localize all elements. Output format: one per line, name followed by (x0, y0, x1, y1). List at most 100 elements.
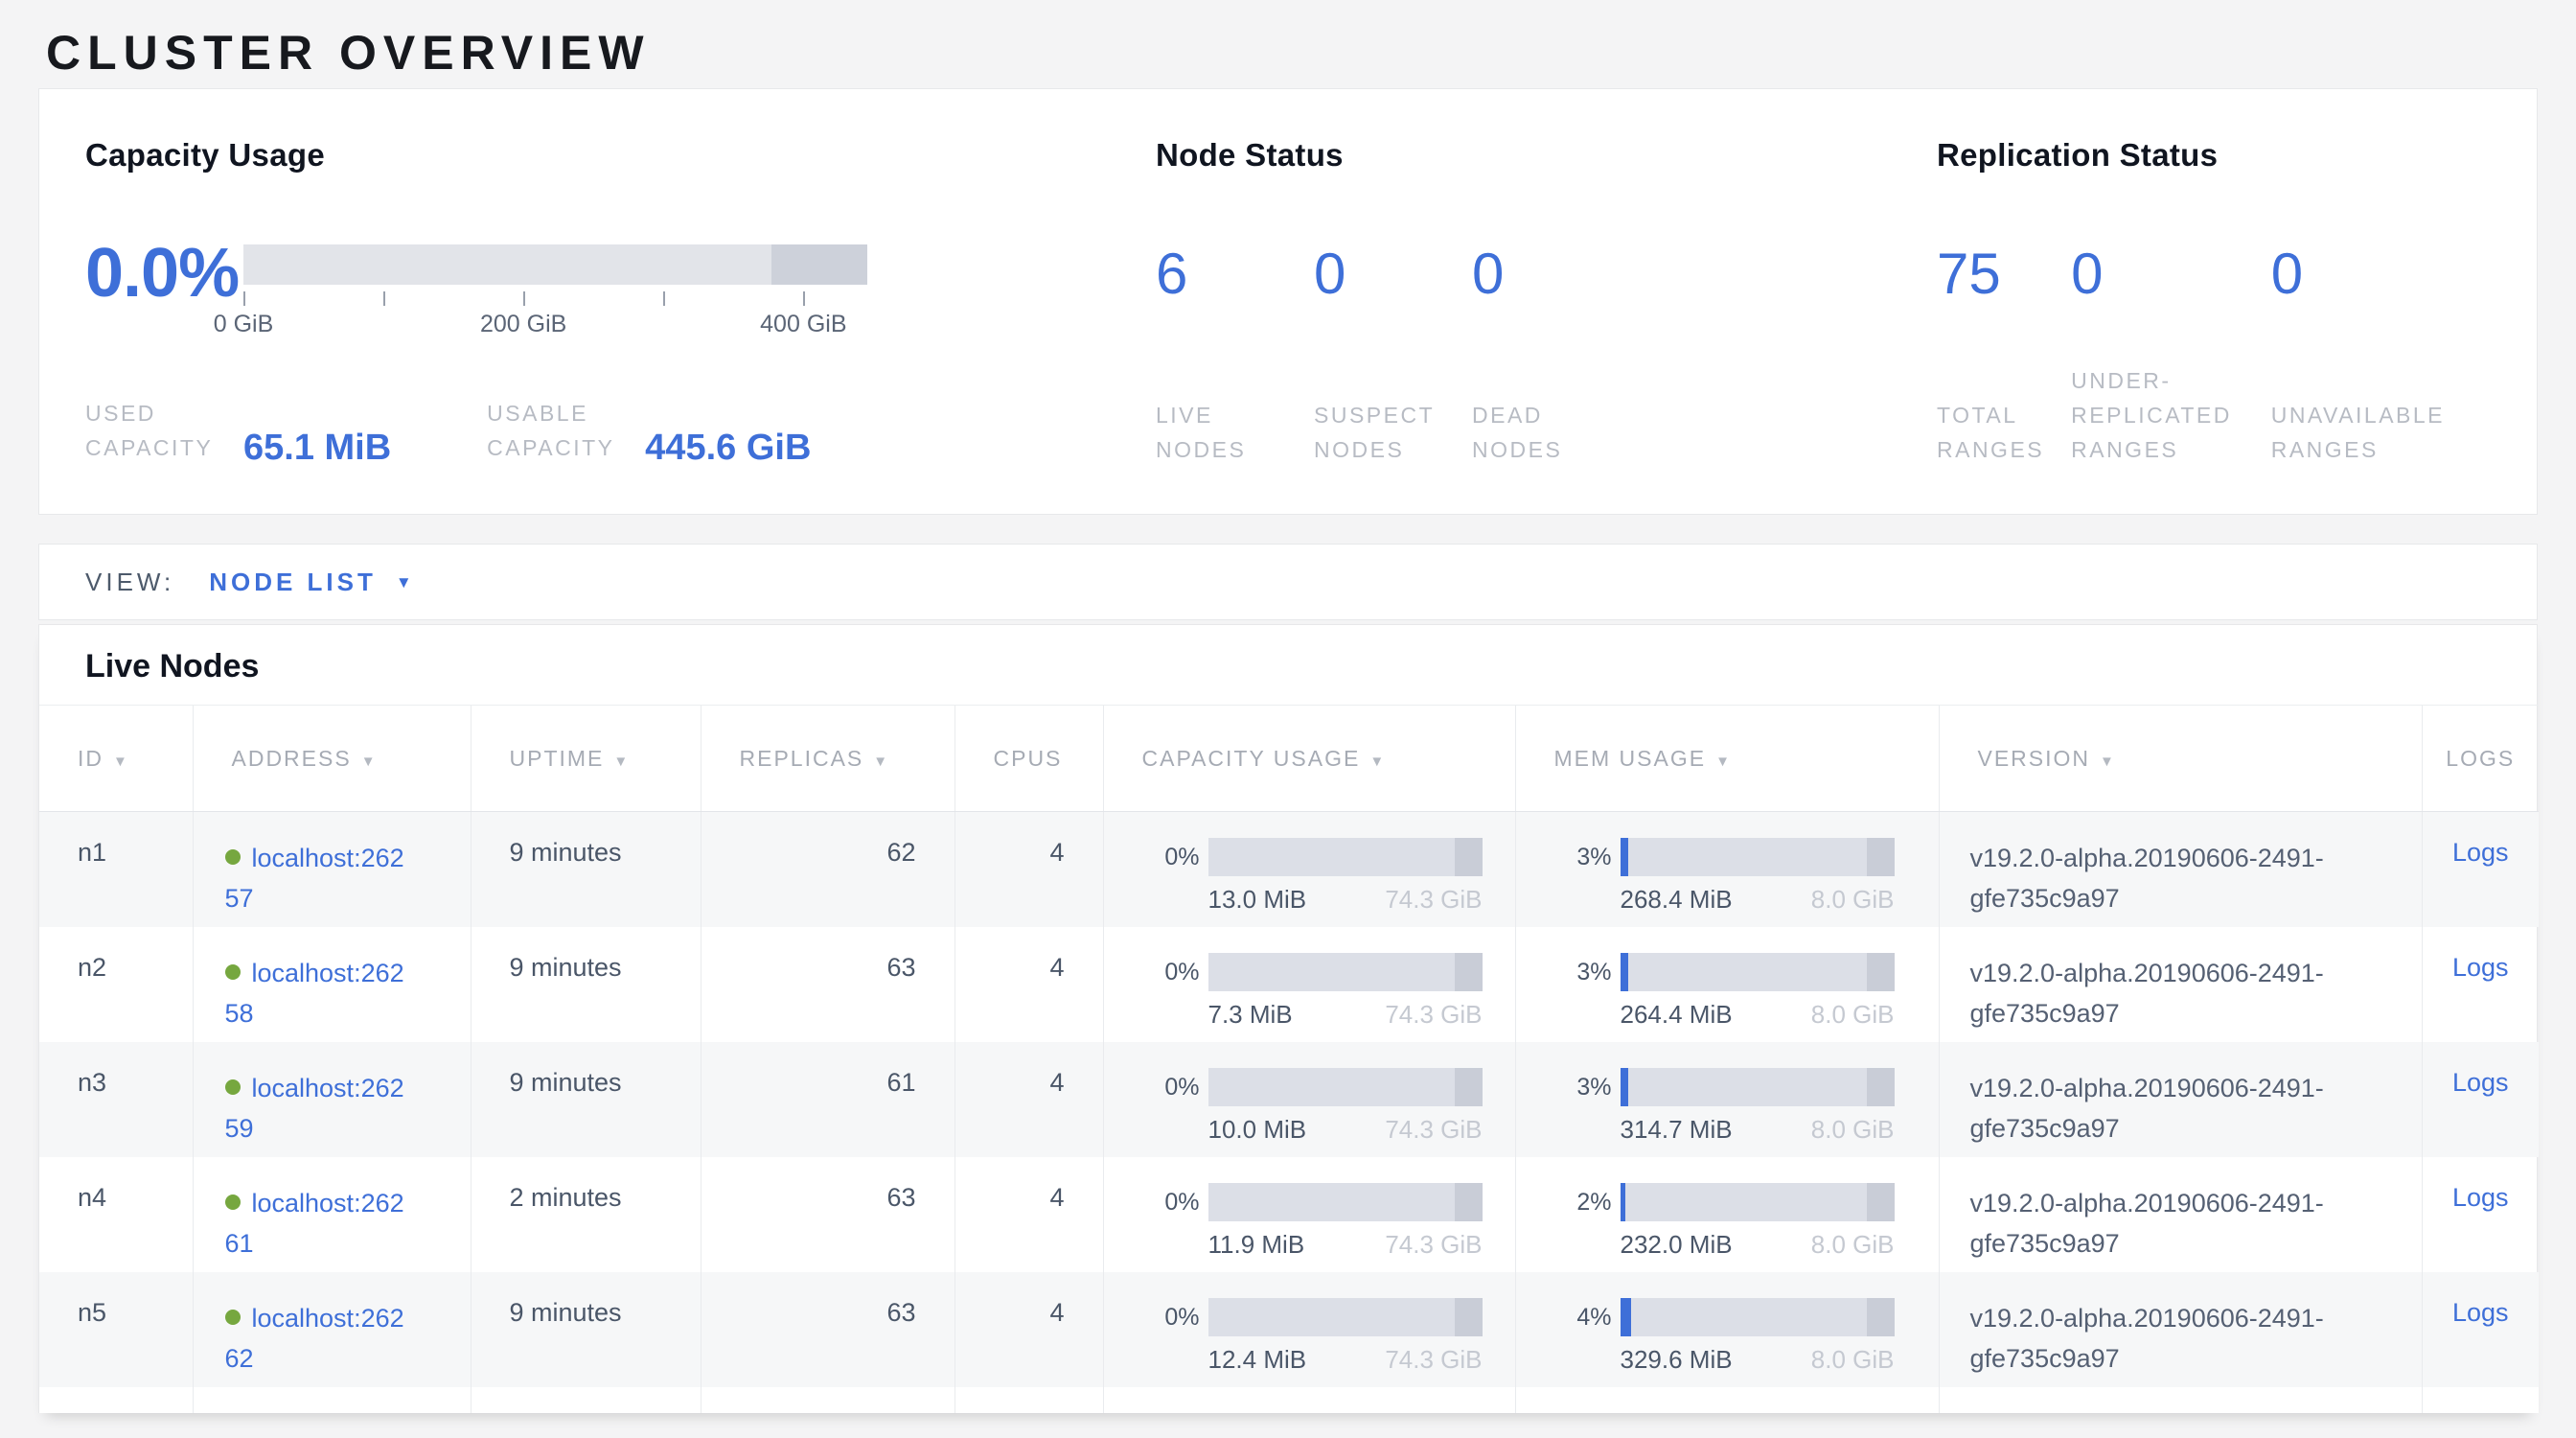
capacity-usage-cell: 0% 13.0 MiB 74.3 GiB (1103, 812, 1515, 927)
axis-tick (663, 291, 665, 306)
node-address-link[interactable]: localhost:26261 (225, 1189, 404, 1258)
memory-mini-bar (1621, 953, 1895, 991)
table-row: n3 localhost:26259 9 minutes 61 4 0% 10.… (39, 1042, 2539, 1157)
logs-cell: Logs (2422, 927, 2539, 1042)
unavailable-ranges-stat: 0 UNAVAILABLE RANGES (2271, 244, 2536, 467)
under-replicated-ranges-label: UNDER-REPLICATED RANGES (2071, 363, 2271, 467)
usable-capacity-label: USABLE CAPACITY (487, 396, 645, 465)
column-header-address[interactable]: ADDRESS▼ (193, 706, 471, 812)
axis-tick-label: 0 GiB (214, 311, 274, 338)
uptime-cell: 2 minutes (471, 1157, 701, 1272)
live-nodes-count: 6 (1156, 244, 1314, 304)
node-id-cell: n2 (39, 927, 193, 1042)
capacity-mini-bar (1208, 1183, 1483, 1221)
chevron-down-icon: ▼ (396, 573, 416, 592)
capacity-usage-bar (243, 244, 867, 285)
used-capacity-stat: USED CAPACITY 65.1 MiB (85, 396, 391, 465)
cpus-cell: 4 (954, 1042, 1103, 1157)
sort-desc-icon: ▼ (873, 754, 889, 770)
logs-cell: Logs (2422, 1272, 2539, 1387)
node-list-dropdown[interactable]: NODE LIST ▼ (209, 568, 416, 597)
sort-desc-icon: ▼ (1715, 754, 1732, 770)
table-row: n1 localhost:26257 9 minutes 62 4 0% 13.… (39, 812, 2539, 927)
column-header-logs: LOGS (2422, 706, 2539, 812)
logs-link[interactable]: Logs (2452, 1298, 2509, 1327)
total-ranges-count: 75 (1937, 244, 2071, 304)
sort-desc-icon: ▼ (2100, 754, 2116, 770)
node-id-cell: n3 (39, 1042, 193, 1157)
column-header-uptime[interactable]: UPTIME▼ (471, 706, 701, 812)
logs-link[interactable]: Logs (2452, 1068, 2509, 1097)
mem-usage-cell: 2% 232.0 MiB 8.0 GiB (1515, 1157, 1939, 1272)
version-cell: v19.2.0-alpha.20190606-2491-gfe735c9a97 (1939, 1042, 2422, 1157)
logs-link[interactable]: Logs (2452, 838, 2509, 867)
column-header-replicas[interactable]: REPLICAS▼ (701, 706, 954, 812)
column-header-cpus: CPUS (954, 706, 1103, 812)
sort-desc-icon: ▼ (1369, 754, 1386, 770)
suspect-nodes-stat: 0 SUSPECT NODES (1314, 244, 1472, 467)
table-row: n2 localhost:26258 9 minutes 63 4 0% 7.3… (39, 927, 2539, 1042)
column-header-id[interactable]: ID▼ (39, 706, 193, 812)
mem-usage-cell: 3% 314.7 MiB 8.0 GiB (1515, 1042, 1939, 1157)
node-address-cell: localhost:26261 (193, 1157, 471, 1272)
memory-mini-bar (1621, 838, 1895, 876)
cluster-summary-card: Capacity Usage 0.0% 0 GiB (38, 88, 2538, 515)
node-id-cell: n4 (39, 1157, 193, 1272)
node-status-section: Node Status 6 LIVE NODES 0 SUSPECT NODES… (1156, 137, 1937, 514)
dead-nodes-label: DEAD NODES (1472, 398, 1630, 467)
axis-tick (243, 291, 245, 306)
cluster-overview-page: CLUSTER OVERVIEW Capacity Usage 0.0% (0, 0, 2576, 1438)
node-address-link[interactable]: localhost:26262 (225, 1304, 404, 1373)
capacity-mini-bar (1208, 1068, 1483, 1106)
column-header-mem-usage[interactable]: MEM USAGE▼ (1515, 706, 1939, 812)
uptime-cell: 9 minutes (471, 1272, 701, 1387)
uptime-cell: 9 minutes (471, 1042, 701, 1157)
sort-desc-icon: ▼ (361, 754, 378, 770)
live-nodes-table: ID▼ ADDRESS▼ UPTIME▼ REPLICAS▼ CPUS CAPA… (39, 705, 2539, 1413)
view-bar: VIEW: NODE LIST ▼ (38, 544, 2538, 620)
capacity-mini-bar (1208, 1298, 1483, 1336)
version-cell: v19.2.0-alpha.20190606-2491-gfe735c9a97 (1939, 927, 2422, 1042)
axis-tick-label: 400 GiB (760, 311, 846, 338)
live-status-dot (225, 964, 241, 980)
table-header-row: ID▼ ADDRESS▼ UPTIME▼ REPLICAS▼ CPUS CAPA… (39, 706, 2539, 812)
cpus-cell: 4 (954, 1272, 1103, 1387)
live-status-dot (225, 849, 241, 865)
version-cell: v19.2.0-alpha.20190606-2491-gfe735c9a97 (1939, 1272, 2422, 1387)
live-nodes-label: LIVE NODES (1156, 398, 1314, 467)
node-address-link[interactable]: localhost:26258 (225, 959, 404, 1028)
column-header-capacity-usage[interactable]: CAPACITY USAGE▼ (1103, 706, 1515, 812)
capacity-mini-bar (1208, 838, 1483, 876)
logs-link[interactable]: Logs (2452, 1183, 2509, 1212)
live-status-dot (225, 1194, 241, 1210)
capacity-usage-cell: 0% 12.4 MiB 74.3 GiB (1103, 1272, 1515, 1387)
under-replicated-ranges-count: 0 (2071, 244, 2271, 304)
node-address-link[interactable]: localhost:26259 (225, 1074, 404, 1143)
unavailable-ranges-label: UNAVAILABLE RANGES (2271, 398, 2536, 467)
capacity-usage-title: Capacity Usage (85, 137, 1156, 174)
capacity-usage-cell: 0% 11.9 MiB 74.3 GiB (1103, 1157, 1515, 1272)
capacity-usage-cell: 0% 10.0 MiB 74.3 GiB (1103, 1042, 1515, 1157)
unavailable-ranges-count: 0 (2271, 244, 2536, 304)
table-row-partial (39, 1387, 2539, 1413)
axis-tick (803, 291, 805, 306)
logs-cell: Logs (2422, 1157, 2539, 1272)
column-header-version[interactable]: VERSION▼ (1939, 706, 2422, 812)
replication-status-title: Replication Status (1937, 137, 2535, 174)
logs-link[interactable]: Logs (2452, 953, 2509, 982)
capacity-usage-cell: 0% 7.3 MiB 74.3 GiB (1103, 927, 1515, 1042)
axis-tick (523, 291, 525, 306)
live-nodes-title: Live Nodes (39, 625, 2537, 705)
uptime-cell: 9 minutes (471, 812, 701, 927)
node-address-cell: localhost:26262 (193, 1272, 471, 1387)
version-cell: v19.2.0-alpha.20190606-2491-gfe735c9a97 (1939, 812, 2422, 927)
suspect-nodes-label: SUSPECT NODES (1314, 398, 1472, 467)
node-address-link[interactable]: localhost:26257 (225, 844, 404, 913)
axis-tick-label: 200 GiB (480, 311, 566, 338)
logs-cell: Logs (2422, 1042, 2539, 1157)
replicas-cell: 61 (701, 1042, 954, 1157)
replicas-cell: 63 (701, 1272, 954, 1387)
memory-mini-bar (1621, 1298, 1895, 1336)
replicas-cell: 63 (701, 927, 954, 1042)
replication-status-section: Replication Status 75 TOTAL RANGES 0 UND… (1937, 137, 2535, 514)
